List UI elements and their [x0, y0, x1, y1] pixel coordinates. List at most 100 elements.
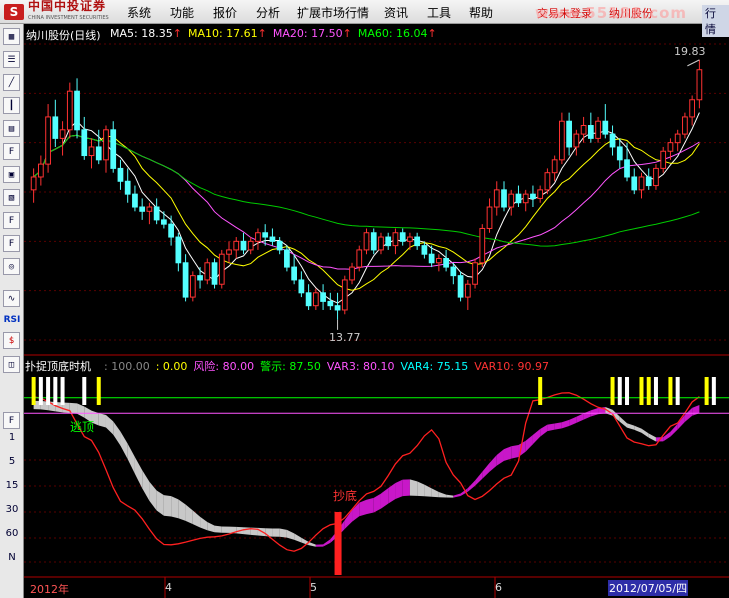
low-price-label: 13.77	[329, 331, 361, 344]
var-band-segment	[554, 422, 562, 430]
candle-body	[117, 167, 124, 182]
indicator-param-value: 90.97	[513, 360, 549, 373]
candle-body	[392, 232, 399, 247]
var-band-segment	[142, 470, 150, 501]
escape-top-signal-bar	[668, 377, 673, 405]
buy-bottom-label: 抄底	[333, 489, 358, 503]
var-band-segment	[547, 423, 555, 432]
candle-body	[66, 90, 73, 131]
trend-arrow-icon: ↑	[172, 27, 182, 40]
var-band-segment	[627, 423, 635, 430]
candle-body	[363, 232, 370, 251]
var-band-segment	[590, 408, 599, 417]
candle-body	[580, 125, 587, 135]
trend-arrow-icon: ↑	[342, 27, 352, 40]
candle-body	[276, 240, 283, 251]
var-band-segment	[453, 493, 461, 498]
var-band-segment	[265, 528, 273, 537]
indicator-param-value: : 0.00	[155, 360, 188, 373]
candle-body	[522, 193, 529, 204]
var-band-segment	[511, 444, 519, 459]
candle-body	[370, 232, 377, 251]
candle-body	[378, 236, 384, 251]
var-band-segment	[294, 533, 302, 543]
var-band-segment	[315, 544, 324, 547]
ma5-line	[33, 112, 700, 304]
candle-body	[247, 240, 254, 251]
indicator-param-5: VAR4: 75.15	[401, 360, 469, 373]
candle-body	[284, 249, 290, 268]
var-band-segment	[402, 479, 410, 497]
candle-body	[624, 159, 630, 178]
indicator-param-label: VAR3:	[326, 360, 360, 373]
candle-body	[74, 90, 80, 131]
candle-body	[298, 279, 305, 294]
candle-body	[566, 120, 572, 148]
ma-legend-item-label: MA20:	[272, 27, 308, 40]
kline-chart-area[interactable]	[0, 0, 729, 598]
var-band-segment	[171, 496, 179, 519]
var-band-segment	[417, 481, 425, 497]
candle-body	[399, 232, 406, 242]
indicator-param-label: 警示:	[260, 360, 286, 373]
axis-month-6: 6	[495, 581, 502, 594]
candle-body	[587, 125, 594, 139]
indicator-legend: : 100.00: 0.00 风险: 80.00 警示: 87.50 VAR3: 80…	[104, 358, 555, 374]
candle-body	[667, 142, 674, 152]
indicator-param-value: 80.10	[359, 360, 395, 373]
var-band-segment	[323, 539, 331, 547]
candle-body	[645, 176, 652, 187]
axis-year-label: 2012年	[30, 583, 69, 596]
candle-body	[30, 176, 37, 191]
var-band-segment	[178, 499, 186, 521]
ma-legend-item-value: 16.04	[392, 27, 428, 40]
candle-body	[161, 219, 167, 225]
candle-body	[457, 275, 464, 298]
candle-body	[153, 206, 160, 221]
var-band-segment	[395, 479, 403, 500]
indicator-title: 扑捉顶底时机	[25, 360, 91, 373]
candle-body	[240, 240, 247, 251]
candle-body	[501, 189, 507, 208]
indicator-param-6: VAR10: 90.97	[474, 360, 549, 373]
candle-body	[291, 266, 298, 281]
candle-body	[124, 180, 131, 195]
ma-legend-item-label: MA5:	[110, 27, 138, 40]
stock-period-title: 纳川股份(日线)	[26, 29, 101, 42]
var-band-segment	[561, 419, 570, 429]
candle-body	[168, 223, 174, 238]
indicator-param-3: 警示: 87.50	[260, 360, 321, 373]
candle-body	[320, 292, 326, 302]
buy-bottom-signal-bar	[334, 512, 342, 575]
var-band-segment	[496, 449, 504, 466]
var-band-segment	[634, 425, 642, 433]
candle-body	[696, 69, 703, 101]
escape-top-signal-bar	[653, 377, 658, 405]
indicator-param-value: 75.15	[433, 360, 469, 373]
var-band-segment	[489, 455, 497, 472]
var-band-segment	[532, 428, 541, 445]
var-band-segment	[286, 529, 295, 540]
ma-legend-item-value: 17.61	[222, 27, 258, 40]
var-band-segment	[619, 416, 628, 428]
candle-body	[573, 133, 580, 148]
candle-body	[464, 283, 471, 298]
var-band-segment	[185, 504, 193, 525]
var-band-segment	[467, 480, 476, 492]
candle-body	[638, 176, 645, 191]
trend-arrow-icon: ↑	[257, 27, 267, 40]
high-price-label: 19.83	[674, 45, 706, 58]
candle-body	[103, 129, 109, 161]
ma-legend-item-label: MA10:	[187, 27, 223, 40]
candle-body	[341, 279, 348, 311]
candle-body	[226, 249, 232, 255]
candle-body	[37, 163, 44, 178]
escape-top-signal-bar	[96, 377, 101, 405]
candle-body	[551, 159, 558, 174]
candle-body	[189, 275, 196, 298]
candle-body	[211, 262, 218, 285]
high-pointer	[687, 59, 700, 67]
var-band-segment	[105, 414, 114, 435]
escape-top-signal-bar	[639, 377, 644, 405]
indicator-param-value: : 100.00	[104, 360, 150, 373]
